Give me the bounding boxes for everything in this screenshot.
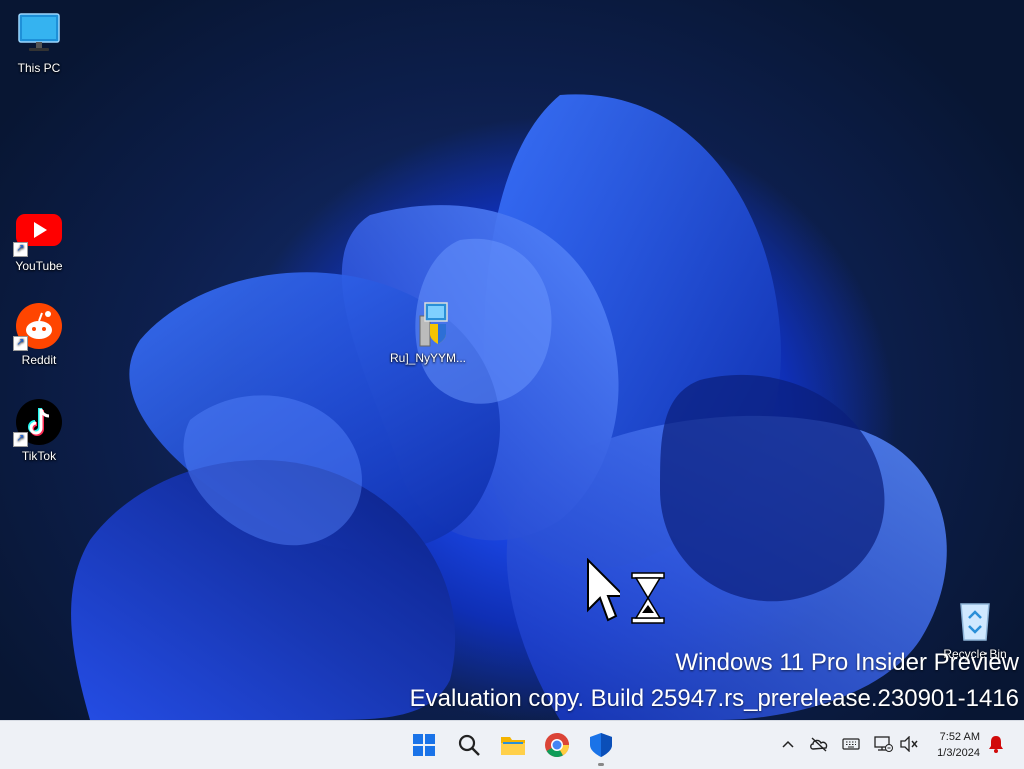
desktop-icon-label: YouTube: [15, 259, 63, 273]
busy-hourglass-icon: [631, 572, 665, 624]
watermark-build: Evaluation copy. Build 25947.rs_prerelea…: [409, 685, 1019, 712]
onedrive-offline-icon: [810, 737, 828, 752]
desktop-icon-reddit[interactable]: ↗ Reddit: [1, 302, 77, 367]
chrome-button[interactable]: [539, 727, 575, 763]
installer-icon: [404, 300, 452, 348]
wallpaper-bloom: [71, 94, 947, 720]
tiktok-icon: ↗: [13, 398, 63, 447]
taskbar-clock[interactable]: 7:52 AM 1/3/2024: [937, 729, 980, 761]
file-explorer-icon: [501, 737, 525, 755]
desktop-icon-label: Ru]_NyYYM...: [390, 351, 467, 365]
desktop-icon-this-pc[interactable]: This PC: [1, 10, 77, 75]
defender-icon: [590, 733, 612, 757]
notification-button[interactable]: [985, 733, 1007, 755]
desktop-icon-installer[interactable]: Ru]_NyYYM...: [390, 300, 466, 365]
keyboard-icon: [842, 738, 860, 750]
clock-date: 1/3/2024: [937, 747, 980, 759]
desktop-icon-label: TikTok: [21, 449, 57, 463]
volume-muted-icon: [900, 736, 918, 752]
search-button[interactable]: [451, 727, 487, 763]
desktop-icon-label: This PC: [17, 61, 61, 75]
chrome-icon: [545, 733, 569, 758]
shortcut-arrow-icon: ↗: [13, 336, 28, 351]
notification-bell-icon: [989, 736, 1003, 753]
watermark-edition: Windows 11 Pro Insider Preview: [675, 649, 1019, 676]
monitor-icon: [15, 10, 63, 58]
keyboard-tray-button[interactable]: [840, 733, 862, 755]
running-indicator: [598, 763, 604, 766]
start-button[interactable]: [406, 727, 442, 763]
chevron-up-icon: [782, 740, 794, 748]
recycle-bin-icon: [951, 596, 999, 644]
network-icon: [874, 736, 893, 752]
volume-tray-button[interactable]: [898, 733, 920, 755]
search-icon: [458, 734, 480, 756]
reddit-icon: ↗: [13, 302, 63, 351]
network-tray-button[interactable]: [872, 733, 894, 755]
file-explorer-button[interactable]: [495, 727, 531, 763]
shortcut-arrow-icon: ↗: [13, 242, 28, 257]
desktop-icon-label: Reddit: [21, 353, 57, 367]
onedrive-tray-button[interactable]: [808, 733, 830, 755]
desktop-icon-youtube[interactable]: ↗ YouTube: [1, 208, 77, 273]
taskbar: 7:52 AM 1/3/2024: [0, 720, 1024, 769]
start-icon: [413, 734, 435, 756]
desktop-icon-tiktok[interactable]: ↗ TikTok: [1, 398, 77, 463]
show-hidden-icons-button[interactable]: [777, 733, 799, 755]
shortcut-arrow-icon: ↗: [13, 432, 28, 447]
defender-button[interactable]: [583, 727, 619, 766]
desktop[interactable]: This PC ↗ YouTube ↗ Reddit ↗ TikTok Ru]_…: [0, 0, 1024, 720]
mouse-pointer-icon: [587, 558, 620, 622]
youtube-icon: ↗: [13, 208, 63, 257]
clock-time: 7:52 AM: [939, 731, 980, 743]
